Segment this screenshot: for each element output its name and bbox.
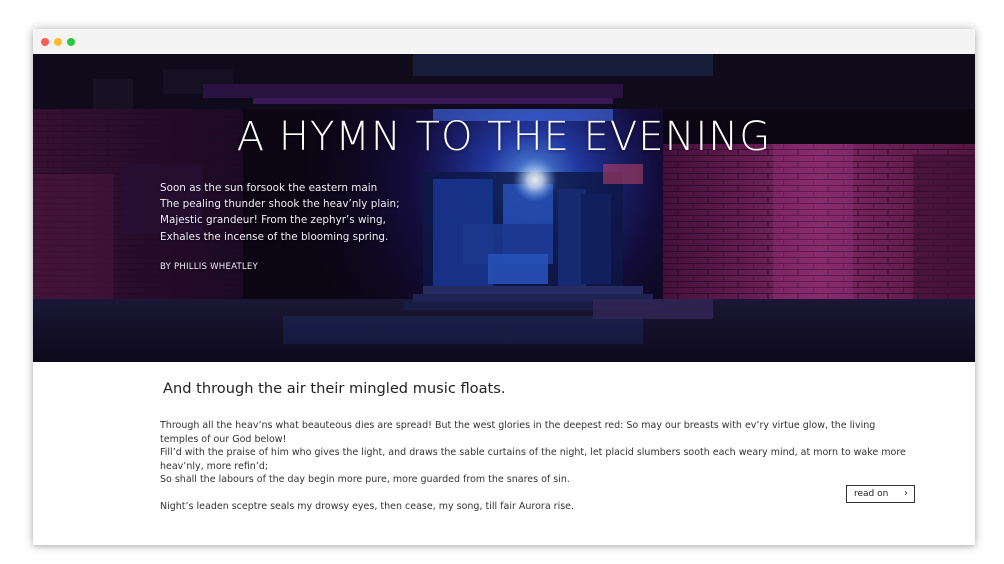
- poem-excerpt: Soon as the sun forsook the eastern main…: [160, 180, 400, 245]
- close-window-icon[interactable]: [41, 38, 49, 46]
- hero-title: A HYMN TO THE EVENING: [236, 114, 772, 160]
- poem-line: Soon as the sun forsook the eastern main: [160, 182, 378, 194]
- author-byline: BY PHILLIS WHEATLEY: [160, 262, 258, 272]
- hero-banner: A HYMN TO THE EVENING Soon as the sun fo…: [33, 54, 975, 362]
- body-paragraph: Through all the heav’ns what beauteous d…: [160, 420, 876, 445]
- closing-line: Night’s leaden sceptre seals my drowsy e…: [160, 501, 575, 512]
- minimize-window-icon[interactable]: [54, 38, 62, 46]
- read-on-label: read on: [854, 489, 889, 499]
- poem-line: Exhales the incense of the blooming spri…: [160, 230, 389, 243]
- poem-line: The pealing thunder shook the heav’nly p…: [160, 198, 400, 211]
- section-subheading: And through the air their mingled music …: [163, 380, 506, 397]
- body-text: Through all the heav’ns what beauteous d…: [160, 419, 912, 487]
- window-titlebar: [33, 29, 975, 55]
- body-paragraph: Fill’d with the praise of him who gives …: [160, 447, 906, 472]
- chevron-right-icon: ›: [904, 488, 908, 499]
- maximize-window-icon[interactable]: [67, 38, 75, 46]
- read-on-button[interactable]: read on ›: [846, 485, 915, 503]
- body-paragraph: So shall the labours of the day begin mo…: [160, 474, 570, 486]
- browser-window: A HYMN TO THE EVENING Soon as the sun fo…: [33, 29, 975, 545]
- poem-line: Majestic grandeur! From the zephyr’s win…: [160, 214, 386, 227]
